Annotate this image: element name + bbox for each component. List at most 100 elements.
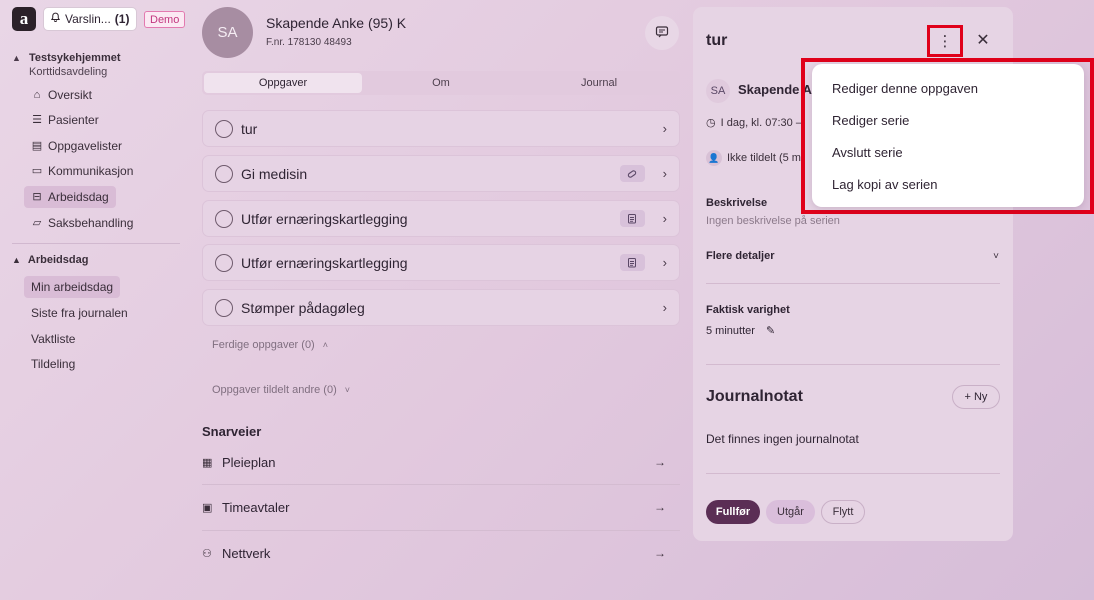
nav-label: Min arbeidsdag xyxy=(31,280,114,294)
tab-om[interactable]: Om xyxy=(362,73,520,93)
shortcut-divider xyxy=(202,530,680,531)
task-label: Utfør ernæringskartlegging xyxy=(241,254,408,271)
task-checkbox[interactable] xyxy=(215,253,233,272)
nav-label: Oversikt xyxy=(48,88,93,102)
nav-vaktliste[interactable]: Vaktliste xyxy=(24,328,82,350)
org-switcher[interactable]: ▲ Testsykehjemmet Korttidsavdeling xyxy=(12,52,182,78)
task-row[interactable]: Utfør ernæringskartlegging › xyxy=(202,200,680,237)
menu-item-end-series[interactable]: Avslutt serie xyxy=(812,136,1084,168)
panel-divider xyxy=(706,473,1000,474)
chevron-right-icon: › xyxy=(662,300,667,315)
shortcut-nettverk[interactable]: ⚇ Nettverk → xyxy=(202,538,680,568)
edit-icon[interactable]: ✎ xyxy=(766,325,775,337)
completed-tasks-toggle[interactable]: Ferdige oppgaver (0) ˄ xyxy=(212,339,328,351)
task-row[interactable]: Stømper pådagøleg › xyxy=(202,289,680,326)
org-department: Korttidsavdeling xyxy=(29,66,108,78)
task-time-label: I dag, kl. 07:30 – xyxy=(720,117,802,129)
patient-avatar: SA xyxy=(202,7,253,58)
menu-item-copy-series[interactable]: Lag kopi av serien xyxy=(812,168,1084,200)
task-label: Utfør ernæringskartlegging xyxy=(241,210,408,227)
move-button[interactable]: Flytt xyxy=(821,500,865,524)
nav-saksbehandling[interactable]: ▱ Saksbehandling xyxy=(24,212,140,234)
section-title: Arbeidsdag xyxy=(27,254,89,266)
clipboard-icon xyxy=(619,210,645,227)
chevron-up-icon: ▲ xyxy=(12,255,21,265)
nav-pasienter[interactable]: ☰ Pasienter xyxy=(24,109,106,131)
duration-value[interactable]: 5 minutter ✎ xyxy=(706,324,775,337)
shortcut-divider xyxy=(202,484,680,485)
chevron-down-icon: ˅ xyxy=(344,385,351,395)
app-logo: a xyxy=(12,7,36,31)
chevron-down-icon: ˅ xyxy=(993,251,999,262)
task-checkbox[interactable] xyxy=(215,164,233,183)
chevron-up-icon: ˄ xyxy=(322,340,329,350)
task-row[interactable]: tur › xyxy=(202,110,680,147)
message-icon: ▭ xyxy=(31,165,43,177)
message-button[interactable] xyxy=(645,16,679,50)
patient-name: Skapende Anke (95) K xyxy=(266,15,407,31)
nav-label: Arbeidsdag xyxy=(48,190,109,204)
duration-label: Faktisk varighet xyxy=(706,304,790,316)
task-checkbox[interactable] xyxy=(215,119,233,138)
task-checkbox[interactable] xyxy=(215,298,233,317)
nav-oppgavelister[interactable]: ▤ Oppgavelister xyxy=(24,135,129,157)
nav-arbeidsdag[interactable]: ⊟ Arbeidsdag xyxy=(24,186,116,208)
calendar-icon: ▣ xyxy=(202,501,213,514)
pill-icon xyxy=(619,165,645,182)
task-row[interactable]: Gi medisin › xyxy=(202,155,680,192)
chevron-right-icon: › xyxy=(662,166,667,181)
patient-id: F.nr. 178130 48493 xyxy=(266,37,352,48)
chevron-right-icon: › xyxy=(662,255,667,270)
arrow-right-icon: → xyxy=(654,546,666,560)
assignee-label: Ikke tildelt (5 m xyxy=(727,152,801,164)
message-icon xyxy=(655,25,669,42)
sidebar-divider xyxy=(12,243,180,244)
shortcut-pleieplan[interactable]: ▦ Pleieplan → xyxy=(202,447,680,477)
close-button[interactable]: ✕ xyxy=(975,30,991,50)
nav-label: Oppgavelister xyxy=(48,139,123,153)
duration-value-label: 5 minutter xyxy=(706,325,755,337)
others-tasks-toggle[interactable]: Oppgaver tildelt andre (0) ˅ xyxy=(212,384,350,396)
plus-icon: + xyxy=(964,391,971,403)
shortcut-label: Timeavtaler xyxy=(222,499,290,515)
bell-icon xyxy=(50,12,61,26)
sidebar: a Varslin... (1) Demo ▲ Testsykehjemmet … xyxy=(0,0,190,600)
nav-kommunikasjon[interactable]: ▭ Kommunikasjon xyxy=(24,160,140,182)
folder-icon: ▱ xyxy=(32,217,42,229)
task-label: tur xyxy=(241,120,258,137)
menu-item-edit-task[interactable]: Rediger denne oppgaven xyxy=(812,72,1084,104)
tab-oppgaver[interactable]: Oppgaver xyxy=(204,73,362,93)
menu-item-edit-series[interactable]: Rediger serie xyxy=(812,104,1084,136)
new-journal-label: Ny xyxy=(973,391,988,403)
demo-badge: Demo xyxy=(144,11,186,28)
more-options-button[interactable]: ⋮ xyxy=(927,25,963,57)
nav-min-arbeidsdag[interactable]: Min arbeidsdag xyxy=(24,276,121,298)
nav-label: Vaktliste xyxy=(31,332,76,346)
nav-oversikt[interactable]: ⌂ Oversikt xyxy=(24,84,99,106)
shortcut-timeavtaler[interactable]: ▣ Timeavtaler → xyxy=(202,492,680,522)
task-checkbox[interactable] xyxy=(215,209,233,228)
nav-tildeling[interactable]: Tildeling xyxy=(24,353,82,375)
expire-button[interactable]: Utgår xyxy=(766,500,815,524)
close-icon: ✕ xyxy=(976,32,990,49)
task-label: Stømper pådagøleg xyxy=(241,299,365,316)
complete-button[interactable]: Fullfør xyxy=(706,500,760,524)
tab-journal[interactable]: Journal xyxy=(520,73,678,93)
nav-siste-fra-journalen[interactable]: Siste fra journalen xyxy=(24,302,135,324)
more-details-toggle[interactable]: Flere detaljer xyxy=(706,250,774,262)
shortcuts-title: Snarveier xyxy=(202,424,262,439)
panel-divider xyxy=(706,283,1000,284)
network-icon: ⚇ xyxy=(202,547,212,560)
section-arbeidsdag-toggle[interactable]: ▲ Arbeidsdag xyxy=(12,254,88,266)
home-icon: ⌂ xyxy=(33,89,41,101)
task-title: tur xyxy=(706,32,728,49)
chevron-right-icon: › xyxy=(662,121,667,136)
nav-label: Tildeling xyxy=(31,357,76,371)
panel-divider xyxy=(706,364,1000,365)
clipboard-icon xyxy=(619,254,645,271)
alerts-button[interactable]: Varslin... (1) xyxy=(43,7,137,31)
new-journal-button[interactable]: + Ny xyxy=(952,385,1000,409)
arrow-right-icon: → xyxy=(654,455,666,469)
shortcut-label: Nettverk xyxy=(222,545,271,561)
task-row[interactable]: Utfør ernæringskartlegging › xyxy=(202,244,680,281)
